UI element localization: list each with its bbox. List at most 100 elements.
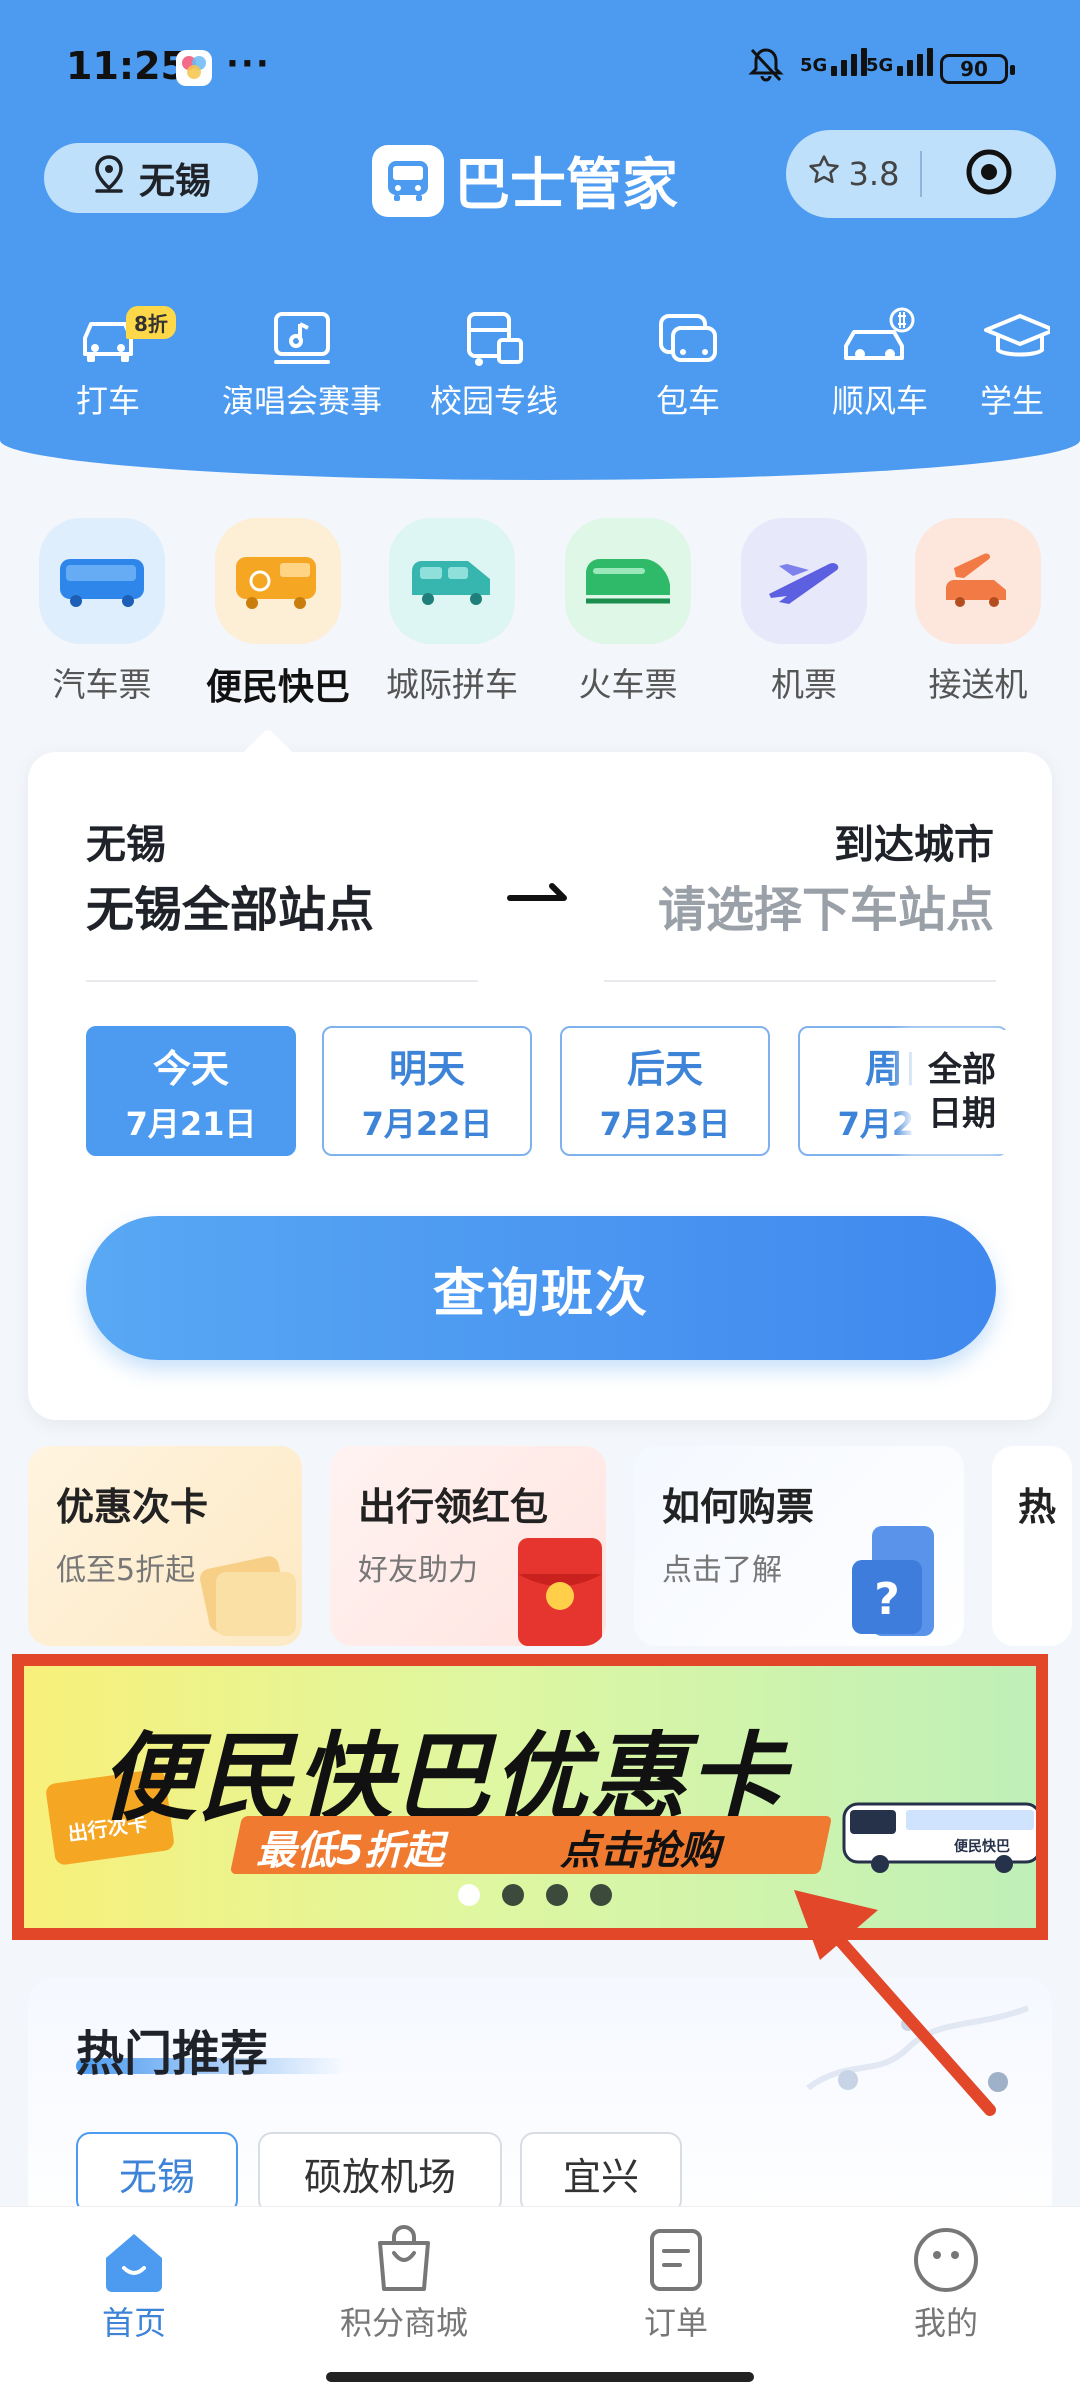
promo-hot[interactable]: 热 — [992, 1446, 1072, 1646]
notification-app-icon — [176, 50, 212, 86]
van-icon — [389, 518, 515, 644]
category-airport-transfer[interactable]: 接送机 — [898, 518, 1058, 706]
category-label: 便民快巴 — [205, 667, 350, 708]
tab-profile[interactable]: 我的 — [846, 2222, 1046, 2344]
signal-2-label: 5G — [866, 55, 894, 76]
arrival-station-placeholder[interactable]: 请选择下车站点 — [658, 870, 994, 940]
airport-transfer-icon — [915, 518, 1041, 644]
service-campus[interactable]: 校园专线 — [394, 300, 594, 422]
home-indicator[interactable] — [326, 2372, 754, 2382]
service-label: 顺风车 — [831, 382, 928, 420]
bus-ticket-icon — [39, 518, 165, 644]
train-icon — [565, 518, 691, 644]
date-day: 明天 — [388, 1046, 465, 1091]
tab-points-mall[interactable]: 积分商城 — [304, 2222, 504, 2344]
miniapp-capsule: 3.8 — [786, 130, 1056, 218]
status-time: 11:25 — [66, 44, 187, 88]
help-phone-icon: ? — [844, 1520, 954, 1646]
card-stack-icon — [198, 1542, 302, 1646]
top-services: 8折 打车 演唱会赛事 校园专线 包车 顺风车 学生 — [0, 300, 1080, 430]
promo-title: 优惠次卡 — [56, 1485, 209, 1529]
concert-icon — [202, 300, 402, 376]
service-rideshare[interactable]: 顺风车 — [780, 300, 980, 422]
category-label: 火车票 — [578, 665, 678, 704]
service-label: 包车 — [655, 382, 720, 420]
tab-label: 订单 — [643, 2304, 708, 2342]
category-express-bus[interactable]: 便民快巴 — [198, 518, 358, 710]
taxi-icon — [8, 300, 208, 376]
category-train[interactable]: 火车票 — [548, 518, 708, 706]
rideshare-icon — [780, 300, 980, 376]
all-dates-line1: 全部 — [928, 1050, 996, 1090]
category-intercity-van[interactable]: 城际拼车 — [372, 518, 532, 706]
location-pin-icon — [91, 154, 127, 203]
signal-1-label: 5G — [800, 55, 828, 76]
arrival-city[interactable]: 到达城市 — [834, 812, 994, 870]
rating-value: 3.8 — [848, 155, 900, 193]
service-label: 演唱会赛事 — [221, 382, 382, 420]
svg-text:?: ? — [874, 1574, 900, 1625]
charter-icon — [588, 300, 788, 376]
category-label: 城际拼车 — [386, 665, 518, 704]
service-taxi[interactable]: 8折 打车 — [8, 300, 208, 422]
plane-icon — [741, 518, 867, 644]
service-concert[interactable]: 演唱会赛事 — [202, 300, 402, 422]
annotation-arrow — [780, 1884, 1010, 2128]
departure-underline — [86, 980, 478, 982]
all-dates-button[interactable]: 全部 日期 — [912, 1030, 1012, 1154]
category-label: 机票 — [771, 665, 837, 704]
date-today[interactable]: 今天 7月21日 — [86, 1026, 296, 1156]
location-selector[interactable]: 无锡 — [44, 143, 258, 213]
date-value: 7月23日 — [599, 1104, 731, 1143]
promo-discount-card[interactable]: 优惠次卡 低至5折起 — [28, 1446, 302, 1646]
target-icon — [964, 147, 1014, 201]
close-target-button[interactable] — [922, 147, 1056, 201]
signal-1: 5G — [800, 48, 868, 76]
date-day: 后天 — [626, 1046, 703, 1091]
mute-bell-icon — [746, 44, 786, 93]
tab-orders[interactable]: 订单 — [576, 2222, 776, 2344]
status-bar: 11:25 ··· 5G 5G 90 — [0, 0, 1080, 130]
brand-name: 巴士管家 — [454, 153, 678, 218]
date-value: 7月22日 — [361, 1104, 493, 1143]
date-day-after[interactable]: 后天 7月23日 — [560, 1026, 770, 1156]
tab-home[interactable]: 首页 — [34, 2222, 234, 2344]
tab-label: 我的 — [913, 2304, 978, 2342]
service-charter[interactable]: 包车 — [588, 300, 788, 422]
tab-label: 首页 — [101, 2304, 166, 2342]
departure-city[interactable]: 无锡 — [86, 812, 166, 870]
category-flight[interactable]: 机票 — [724, 518, 884, 706]
date-tomorrow[interactable]: 明天 7月22日 — [322, 1026, 532, 1156]
service-label: 校园专线 — [429, 382, 558, 420]
departure-station[interactable]: 无锡全部站点 — [86, 870, 374, 940]
hot-chip-wuxi[interactable]: 无锡 — [76, 2132, 238, 2214]
hot-chip-yixing[interactable]: 宜兴 — [520, 2132, 682, 2214]
promo-title: 出行领红包 — [358, 1485, 549, 1529]
arrival-underline — [604, 980, 996, 982]
search-schedules-button[interactable]: 查询班次 — [86, 1216, 996, 1360]
date-day: 今天 — [152, 1046, 229, 1091]
home-icon — [34, 2222, 234, 2298]
promo-red-packet[interactable]: 出行领红包 好友助力 — [330, 1446, 606, 1646]
red-envelope-icon — [510, 1534, 606, 1646]
discount-badge: 8折 — [126, 306, 176, 339]
rating-button[interactable]: 3.8 — [786, 153, 920, 195]
hot-title: 热门推荐 — [76, 2026, 269, 2082]
all-dates-line2: 日期 — [928, 1094, 996, 1134]
bus-logo-icon — [372, 144, 444, 217]
promo-how-to-buy[interactable]: 如何购票 点击了解 ? — [634, 1446, 964, 1646]
tab-label: 积分商城 — [339, 2304, 468, 2342]
category-bus-ticket[interactable]: 汽车票 — [22, 518, 182, 706]
direction-arrow-icon — [506, 878, 572, 912]
date-value: 7月21日 — [125, 1104, 257, 1143]
order-icon — [576, 2222, 776, 2298]
signal-2: 5G — [866, 48, 934, 76]
category-label: 汽车票 — [52, 665, 152, 704]
app-brand: 巴士管家 — [372, 140, 678, 221]
student-icon — [980, 300, 1080, 376]
express-bus-icon — [215, 518, 341, 644]
service-label: 打车 — [75, 382, 140, 420]
service-student[interactable]: 学生 — [980, 300, 1080, 422]
hot-chip-shuofang-airport[interactable]: 硕放机场 — [258, 2132, 502, 2214]
location-label: 无锡 — [138, 161, 211, 202]
